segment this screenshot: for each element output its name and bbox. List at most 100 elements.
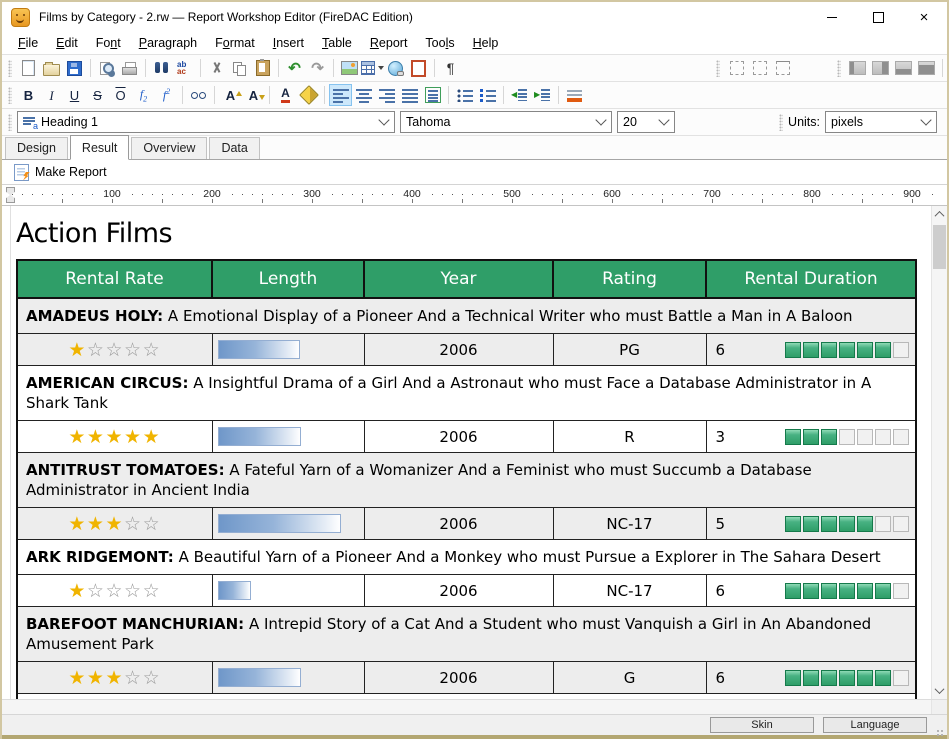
- find-button[interactable]: [150, 57, 173, 79]
- paragraph-style-combo[interactable]: Heading 1: [17, 111, 395, 133]
- numbered-list-button[interactable]: [476, 84, 499, 106]
- close-button[interactable]: ×: [901, 2, 947, 32]
- highlight-button[interactable]: [297, 84, 320, 106]
- film-data-row: ★★★★★ 2006 R 3: [17, 421, 916, 453]
- toolbar-grip[interactable]: [8, 60, 12, 77]
- redo-icon: ↷: [311, 61, 324, 76]
- tab-design[interactable]: Design: [5, 137, 68, 159]
- grow-font-button[interactable]: A: [219, 84, 242, 106]
- toolbar-grip[interactable]: [716, 60, 720, 77]
- bullet-list-button[interactable]: [453, 84, 476, 106]
- menu-help[interactable]: Help: [464, 33, 508, 53]
- replace-button[interactable]: abac: [173, 57, 196, 79]
- tab-data[interactable]: Data: [209, 137, 259, 159]
- menu-insert[interactable]: Insert: [264, 33, 313, 53]
- language-button[interactable]: Language: [823, 717, 927, 733]
- horizontal-scrollbar[interactable]: [2, 699, 947, 714]
- undo-button[interactable]: ↶: [283, 57, 306, 79]
- bullet-list-icon: [457, 88, 473, 102]
- paste-button[interactable]: [251, 57, 274, 79]
- scroll-up-button[interactable]: [932, 207, 947, 222]
- paste-special-button[interactable]: [407, 57, 430, 79]
- toolbar-grip[interactable]: [8, 87, 12, 104]
- menu-font[interactable]: Font: [87, 33, 130, 53]
- font-color-button[interactable]: A: [274, 84, 297, 106]
- font-name-combo[interactable]: Tahoma: [400, 111, 612, 133]
- open-button[interactable]: [40, 57, 63, 79]
- duration-square-icon: [839, 342, 855, 358]
- vertical-scrollbar[interactable]: [931, 206, 947, 699]
- menu-edit[interactable]: Edit: [47, 33, 87, 53]
- menu-paragraph[interactable]: Paragraph: [130, 33, 206, 53]
- copy-button[interactable]: [228, 57, 251, 79]
- table-split-left-button[interactable]: [846, 57, 869, 79]
- insert-image-button[interactable]: [338, 57, 361, 79]
- fit-width-button[interactable]: [421, 84, 444, 106]
- menu-tools[interactable]: Tools: [416, 33, 463, 53]
- subscript-button[interactable]: f2: [132, 84, 155, 106]
- maximize-icon: [873, 12, 884, 23]
- skin-button[interactable]: Skin: [710, 717, 814, 733]
- star-icon: ☆: [143, 339, 162, 361]
- star-icon: ★: [87, 667, 106, 689]
- border-box-all-button[interactable]: [771, 57, 794, 79]
- border-box-outer-button[interactable]: [748, 57, 771, 79]
- save-button[interactable]: [63, 57, 86, 79]
- superscript-button[interactable]: f2: [155, 84, 178, 106]
- align-left-button[interactable]: [329, 84, 352, 106]
- separator: [145, 59, 146, 77]
- indent-button[interactable]: ▶: [531, 84, 554, 106]
- separator: [448, 86, 449, 104]
- hyperlink-button[interactable]: [384, 57, 407, 79]
- report-preview-area: Action Films Rental Rate Length Year Rat…: [2, 206, 947, 699]
- maximize-button[interactable]: [855, 2, 901, 32]
- align-center-button[interactable]: [352, 84, 375, 106]
- menu-file[interactable]: File: [9, 33, 47, 53]
- minimize-button[interactable]: [809, 2, 855, 32]
- hyperlink-view-button[interactable]: [187, 84, 210, 106]
- font-size-combo[interactable]: 20: [617, 111, 675, 133]
- tab-overview[interactable]: Overview: [131, 137, 207, 159]
- new-document-button[interactable]: [17, 57, 40, 79]
- table-split-right-button[interactable]: [869, 57, 892, 79]
- toolbar-grip[interactable]: [8, 114, 12, 131]
- col-header-rental-rate: Rental Rate: [17, 260, 212, 298]
- table-icon: [361, 61, 375, 75]
- border-box-none-button[interactable]: [725, 57, 748, 79]
- print-button[interactable]: [118, 57, 141, 79]
- toolbar-grip[interactable]: [837, 60, 841, 77]
- copy-icon: [233, 62, 246, 75]
- underline-button[interactable]: U: [63, 84, 86, 106]
- menu-format[interactable]: Format: [206, 33, 264, 53]
- horizontal-rule-button[interactable]: [563, 84, 586, 106]
- justify-button[interactable]: [398, 84, 421, 106]
- cut-button[interactable]: [205, 57, 228, 79]
- ruler-marker[interactable]: [6, 187, 15, 203]
- outdent-button[interactable]: ◀: [508, 84, 531, 106]
- tab-result[interactable]: Result: [70, 135, 129, 160]
- insert-table-button[interactable]: [361, 57, 384, 79]
- title-bar: Films by Category - 2.rw — Report Worksh…: [2, 2, 947, 32]
- overline-button[interactable]: O: [109, 84, 132, 106]
- make-report-button[interactable]: Make Report: [7, 162, 114, 183]
- print-preview-button[interactable]: [95, 57, 118, 79]
- bold-button[interactable]: B: [17, 84, 40, 106]
- formatting-marks-button[interactable]: ¶: [439, 57, 462, 79]
- rental-rate-stars: ★★★☆☆: [17, 508, 212, 540]
- redo-button[interactable]: ↷: [306, 57, 329, 79]
- vertical-scrollbar-thumb[interactable]: [933, 225, 946, 269]
- menu-table[interactable]: Table: [313, 33, 361, 53]
- scroll-down-button[interactable]: [932, 683, 947, 698]
- table-merge-vertical-button[interactable]: [915, 57, 938, 79]
- shrink-font-button[interactable]: A: [242, 84, 265, 106]
- strikethrough-button[interactable]: S: [86, 84, 109, 106]
- italic-button[interactable]: I: [40, 84, 63, 106]
- duration-squares: [785, 429, 909, 445]
- units-combo[interactable]: pixels: [825, 111, 937, 133]
- resize-grip[interactable]: [935, 728, 944, 737]
- separator: [182, 86, 183, 104]
- toolbar-grip[interactable]: [779, 114, 783, 131]
- table-merge-horizontal-button[interactable]: [892, 57, 915, 79]
- menu-report[interactable]: Report: [361, 33, 417, 53]
- align-right-button[interactable]: [375, 84, 398, 106]
